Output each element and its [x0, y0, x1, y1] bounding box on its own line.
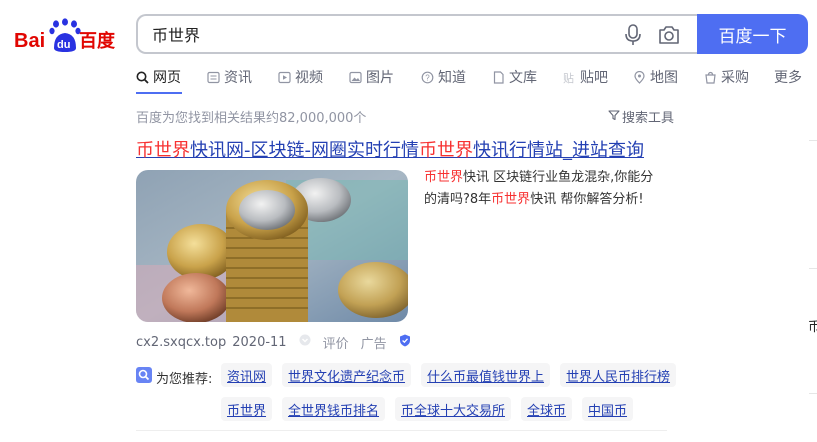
tab-label: 视频	[295, 70, 323, 86]
recommend-chip[interactable]: 全世界钱币排名	[282, 397, 386, 421]
title-text: 快讯网-区块链-网圈实时行情	[190, 140, 419, 161]
question-icon: ?	[421, 71, 434, 84]
baidu-logo[interactable]: Bai du 百度	[14, 16, 120, 56]
recommend-label-text: 为您推荐:	[156, 371, 213, 387]
tab-label: 资讯	[224, 70, 252, 86]
camera-icon[interactable]	[657, 24, 681, 46]
result-meta: cx2.sxqcx.top 2020-11 评价 广告	[136, 333, 411, 352]
tab-wenku[interactable]: 文库	[492, 66, 537, 88]
search-icon	[136, 71, 149, 84]
title-highlight: 币世界	[136, 140, 190, 161]
filter-icon	[608, 109, 620, 125]
title-text: 快讯行情站_进站查询	[473, 140, 644, 161]
side-panel-divider	[809, 268, 817, 269]
tab-more[interactable]: 更多	[774, 66, 802, 88]
side-panel-divider	[809, 140, 817, 141]
result-domain[interactable]: cx2.sxqcx.top	[136, 335, 226, 350]
logo-text-bai: Bai	[14, 30, 45, 52]
snippet-highlight: 币世界	[491, 192, 531, 207]
document-icon	[492, 70, 505, 84]
tab-zhidao[interactable]: ? 知道	[421, 66, 466, 88]
svg-text:?: ?	[425, 73, 430, 82]
recommend-label: 为您推荐:	[136, 367, 212, 387]
tab-label: 网页	[153, 70, 181, 86]
snippet-highlight: 币世界	[424, 170, 464, 185]
recommend-search-icon	[136, 367, 152, 387]
recommend-chip[interactable]: 世界人民币排行榜	[560, 363, 677, 387]
recommend-chip[interactable]: 中国币	[582, 397, 634, 421]
recommend-chip[interactable]: 币全球十大交易所	[395, 397, 512, 421]
shopping-icon	[704, 71, 717, 84]
microphone-icon[interactable]	[622, 23, 644, 47]
result-thumbnail[interactable]	[136, 170, 408, 322]
search-input[interactable]	[152, 23, 592, 45]
tieba-icon: 贴	[563, 71, 576, 85]
result-divider	[136, 430, 667, 431]
news-icon	[207, 71, 220, 84]
tab-map[interactable]: 地图	[633, 66, 678, 88]
recommend-chip[interactable]: 什么币最值钱世界上	[421, 363, 551, 387]
recommend-chip[interactable]: 全球币	[521, 397, 573, 421]
ad-label: 广告	[360, 336, 387, 352]
tab-web[interactable]: 网页	[136, 66, 181, 88]
image-icon	[349, 71, 362, 84]
tab-label: 采购	[721, 70, 749, 86]
tab-video[interactable]: 视频	[278, 66, 323, 88]
search-tools-label: 搜索工具	[622, 111, 675, 126]
active-tab-indicator	[136, 92, 182, 94]
recommend-chip[interactable]: 币世界	[221, 397, 273, 421]
search-tabs: 网页 资讯 视频 图片 ? 知道 文库 贴 贴吧 地图 采购 更多	[136, 66, 817, 94]
search-box	[136, 14, 698, 54]
logo-text-cn: 百度	[79, 30, 116, 52]
shield-icon[interactable]	[399, 334, 411, 351]
recommend-chip[interactable]: 世界文化遗产纪念币	[282, 363, 412, 387]
tab-tieba[interactable]: 贴 贴吧	[563, 66, 608, 88]
svg-text:贴: 贴	[563, 71, 574, 84]
tab-label: 文库	[509, 70, 537, 86]
side-panel-text: 币	[808, 320, 817, 335]
tab-label: 更多	[774, 70, 802, 86]
tab-images[interactable]: 图片	[349, 66, 394, 88]
video-icon	[278, 71, 291, 84]
result-count: 百度为您找到相关结果约82,000,000个	[136, 111, 367, 126]
snippet-text: 快讯 帮你解答分析!	[530, 192, 644, 207]
result-snippet: 币世界快讯 区块链行业鱼龙混杂,你能分的清吗?8年币世界快讯 帮你解答分析!	[424, 167, 664, 211]
tab-label: 贴吧	[580, 70, 608, 86]
tab-label: 地图	[650, 70, 678, 86]
logo-text-du: du	[57, 39, 70, 51]
side-panel-divider	[809, 393, 817, 394]
title-highlight: 币世界	[419, 140, 473, 161]
review-link[interactable]: 评价	[323, 333, 349, 352]
recommend-chip[interactable]: 资讯网	[221, 363, 273, 387]
search-button[interactable]: 百度一下	[697, 14, 808, 54]
tab-label: 知道	[438, 70, 466, 86]
result-title-link[interactable]: 币世界快讯网-区块链-网圈实时行情币世界快讯行情站_进站查询	[136, 136, 644, 162]
tab-news[interactable]: 资讯	[207, 66, 252, 88]
result-date: 2020-11	[232, 334, 287, 350]
tab-purchase[interactable]: 采购	[704, 66, 749, 88]
search-tools-button[interactable]: 搜索工具	[608, 107, 674, 126]
map-pin-icon	[633, 70, 646, 84]
tab-label: 图片	[366, 70, 394, 86]
dropdown-icon[interactable]	[299, 334, 311, 350]
